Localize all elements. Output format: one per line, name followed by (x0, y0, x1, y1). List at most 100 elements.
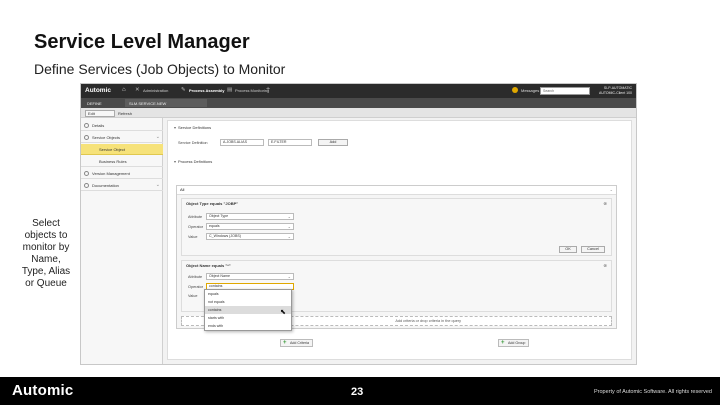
edit-button[interactable]: Edit (85, 109, 115, 117)
operator-value: equals (209, 224, 220, 228)
sidebar-item-label: Documentation (92, 183, 119, 188)
sidebar-item-details[interactable]: Details (81, 120, 163, 131)
documentation-icon (84, 183, 89, 188)
service-definition-field[interactable]: A.JOBS.ALIAS (220, 139, 264, 146)
app-logo: Automic (85, 87, 111, 94)
delete-icon[interactable]: ⊗ (603, 201, 607, 207)
dropdown-option[interactable]: equals (205, 290, 291, 298)
sidebar-item-version-management[interactable]: Version Management (81, 168, 163, 179)
criteria-title: Object Name equals "*" (186, 263, 231, 268)
user-line2: AUTOMIC-Client 100 (598, 90, 632, 95)
edit-icon: ✎ (181, 87, 186, 93)
sidebar-item-business-rules[interactable]: Business Rules (81, 156, 163, 167)
footer-logo: Automic (12, 382, 74, 399)
tools-icon: ✕ (135, 87, 140, 93)
messages-label[interactable]: Messages (521, 88, 539, 93)
cancel-button[interactable]: Cancel (581, 246, 605, 253)
section-service-definitions[interactable]: ▾ Service Definitions (174, 125, 211, 130)
slide-subtitle: Define Services (Job Objects) to Monitor (34, 61, 286, 77)
user-info[interactable]: SLP-AUTOMATIC AUTOMIC-Client 100 (599, 86, 632, 96)
refresh-button[interactable]: Refresh (118, 111, 132, 116)
dropdown-option[interactable]: ends with (205, 322, 291, 330)
sidebar-item-service-object[interactable]: Service Object (81, 144, 163, 155)
tab-administration[interactable]: Administration (143, 88, 168, 93)
chevron-down-icon: ⌄ (287, 274, 291, 279)
service-type-field[interactable]: E.FILTER (268, 139, 312, 146)
user-line1: SLP-AUTOMATIC (603, 85, 632, 90)
search-input[interactable]: Search (540, 87, 590, 95)
dropdown-option[interactable]: not equals (205, 298, 291, 306)
section-process-definitions[interactable]: ▾ Process Definitions (174, 159, 212, 164)
attribute-value: Object Type (209, 214, 229, 218)
attribute-label: Attribute (188, 215, 203, 219)
chevron-down-icon: ⌄ (155, 182, 160, 188)
mouse-cursor-icon: ⬉ (280, 309, 286, 316)
value-label: Value (188, 235, 198, 239)
attribute-select[interactable]: Object Name ⌄ (206, 273, 294, 280)
add-tab-icon[interactable]: + (266, 86, 270, 93)
home-icon[interactable]: ⌂ (122, 87, 128, 93)
version-icon (84, 171, 89, 176)
chevron-down-icon: ⌄ (155, 134, 160, 140)
chevron-down-icon: ⌄ (287, 214, 291, 219)
chevron-down-icon: ⌄ (287, 224, 291, 229)
sidebar: Details Service Objects ⌄ Service Object… (81, 118, 163, 364)
collapse-icon: ▾ (174, 125, 177, 130)
section-title: Process Definitions (178, 159, 213, 164)
attribute-select[interactable]: Object Type ⌄ (206, 213, 294, 220)
add-group-button[interactable]: + Add Group (498, 339, 530, 347)
side-note: Select objects to monitor by Name, Type,… (21, 218, 71, 289)
filter-combinator[interactable]: All ⌄ (177, 186, 616, 195)
criteria-title: Object Type equals "JOBP" (186, 201, 239, 206)
main-panel: ▾ Service Definitions Service Definition … (167, 120, 632, 360)
details-icon (84, 123, 89, 128)
sidebar-item-label: Details (92, 123, 105, 128)
operator-value: contains (209, 284, 223, 288)
plus-icon: + (501, 340, 505, 346)
monitor-icon: ▤ (227, 87, 233, 93)
add-criteria-label: Add Criteria (290, 341, 309, 345)
object-tab-define[interactable]: DEFINE (87, 101, 102, 106)
operator-label: Operator (188, 225, 203, 229)
value-select[interactable]: C_Windows (JOBS) ⌄ (206, 233, 294, 240)
app-screenshot: Automic ⌂ ✕ Administration ✎ Process Ass… (80, 83, 637, 365)
slide-footer: Automic 23 Property of Automic Software.… (0, 377, 720, 405)
sidebar-item-documentation[interactable]: Documentation ⌄ (81, 180, 163, 191)
chevron-down-icon: ⌄ (609, 187, 613, 192)
sidebar-item-label: Version Management (92, 171, 130, 176)
collapse-icon: ▾ (174, 159, 177, 164)
chevron-down-icon: ⌄ (287, 234, 291, 239)
sidebar-item-label: Service Object (99, 147, 126, 152)
dropdown-option[interactable]: contains (205, 306, 291, 314)
toolbar: Edit Refresh (81, 108, 636, 118)
sidebar-item-label: Business Rules (99, 159, 127, 164)
dropdown-option[interactable]: starts with (205, 314, 291, 322)
service-definition-label: Service Definition (178, 141, 208, 145)
section-title: Service Definitions (178, 125, 212, 130)
page-number: 23 (351, 386, 364, 398)
copyright-notice: Property of Automic Software. All rights… (594, 389, 712, 395)
sidebar-item-label: Service Objects (92, 135, 121, 140)
sidebar-item-service-objects[interactable]: Service Objects ⌄ (81, 132, 163, 143)
slide-title: Service Level Manager (34, 31, 250, 53)
add-button[interactable]: Add (318, 139, 348, 146)
tab-process-assembly[interactable]: Process Assembly (189, 88, 224, 93)
value-value: C_Windows (JOBS) (209, 234, 241, 238)
add-criteria-button[interactable]: + Add Criteria (280, 339, 313, 347)
app-topbar: Automic ⌂ ✕ Administration ✎ Process Ass… (81, 84, 636, 98)
ok-button[interactable]: OK (559, 246, 577, 253)
plus-icon: + (283, 340, 287, 346)
delete-icon[interactable]: ⊗ (603, 263, 607, 269)
operator-label: Operator (188, 285, 203, 289)
attribute-value: Object Name (209, 274, 230, 278)
tab-process-monitoring[interactable]: Process Monitoring (235, 88, 269, 93)
add-group-label: Add Group (508, 341, 526, 345)
operator-select[interactable]: equals ⌄ (206, 223, 294, 230)
attribute-label: Attribute (188, 275, 203, 279)
value-label: Value (188, 294, 198, 298)
messages-icon[interactable] (512, 87, 518, 93)
filter-combinator-label: All (180, 187, 185, 192)
criteria-card-object-type: Object Type equals "JOBP" ⊗ Attribute Ob… (181, 198, 612, 256)
operator-dropdown[interactable]: equals not equals contains starts with e… (204, 289, 292, 331)
object-tab-name[interactable]: SLM.SERVICE.NEW (129, 101, 166, 106)
